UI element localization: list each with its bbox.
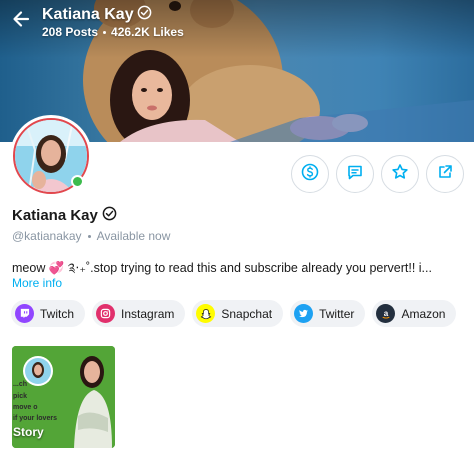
twitch-icon bbox=[15, 304, 34, 323]
twitter-icon bbox=[294, 304, 314, 323]
social-chip-label: Twitter bbox=[319, 306, 355, 321]
verified-icon bbox=[137, 5, 152, 25]
social-chip-twitch[interactable]: Twitch bbox=[11, 300, 86, 327]
story-overlay-line: pick bbox=[13, 393, 27, 400]
dollar-icon bbox=[301, 163, 319, 186]
social-links: Twitch Instagram Snapchat Twitter a Amaz… bbox=[11, 300, 457, 327]
likes-count: 426.2K Likes bbox=[111, 25, 184, 39]
profile-bio: meow 💞 ༉‧₊˚.stop trying to read this and… bbox=[12, 261, 432, 275]
profile-meta: @katianakay Available now bbox=[12, 229, 170, 243]
social-chip-label: Amazon bbox=[401, 306, 446, 321]
instagram-icon bbox=[96, 304, 116, 323]
online-status-dot bbox=[71, 175, 84, 188]
story-overlay-line: if your lovers bbox=[13, 415, 57, 422]
amazon-icon: a bbox=[376, 304, 396, 323]
favorite-button[interactable] bbox=[381, 155, 419, 193]
header-title-row: Katiana Kay bbox=[42, 5, 152, 25]
separator-dot bbox=[103, 30, 107, 34]
social-chip-label: Instagram bbox=[121, 306, 175, 321]
share-icon bbox=[436, 163, 454, 186]
story-label: Story bbox=[13, 425, 44, 439]
arrow-left-icon bbox=[11, 9, 31, 34]
svg-text:a: a bbox=[384, 309, 389, 318]
back-button[interactable] bbox=[8, 8, 34, 34]
header-stats: 208 Posts 426.2K Likes bbox=[42, 25, 184, 39]
share-button[interactable] bbox=[426, 155, 464, 193]
separator-dot bbox=[87, 234, 91, 238]
social-chip-snapchat[interactable]: Snapchat bbox=[192, 300, 284, 327]
message-icon bbox=[346, 163, 364, 186]
story-overlay-text: ...ch bbox=[13, 381, 27, 388]
message-button[interactable] bbox=[336, 155, 374, 193]
social-chip-label: Twitch bbox=[40, 306, 75, 321]
story-overlay-line: move o bbox=[13, 404, 38, 411]
profile-actions bbox=[291, 155, 464, 193]
profile-name-row: Katiana Kay bbox=[12, 206, 117, 225]
social-chip-label: Snapchat bbox=[221, 306, 273, 321]
profile-name: Katiana Kay bbox=[12, 207, 98, 224]
social-chip-instagram[interactable]: Instagram bbox=[92, 300, 186, 327]
header-title: Katiana Kay bbox=[42, 6, 134, 23]
verified-icon bbox=[102, 206, 117, 225]
tip-button[interactable] bbox=[291, 155, 329, 193]
social-chip-amazon[interactable]: a Amazon bbox=[372, 300, 457, 327]
top-bar: Katiana Kay 208 Posts 426.2K Likes bbox=[0, 0, 474, 48]
more-info-link[interactable]: More info bbox=[12, 276, 62, 290]
profile-handle: @katianakay bbox=[12, 229, 82, 243]
star-icon bbox=[391, 163, 409, 186]
social-chip-twitter[interactable]: Twitter bbox=[290, 300, 366, 327]
posts-count: 208 Posts bbox=[42, 25, 99, 39]
availability-status: Available now bbox=[96, 229, 171, 243]
snapchat-icon bbox=[196, 304, 216, 323]
